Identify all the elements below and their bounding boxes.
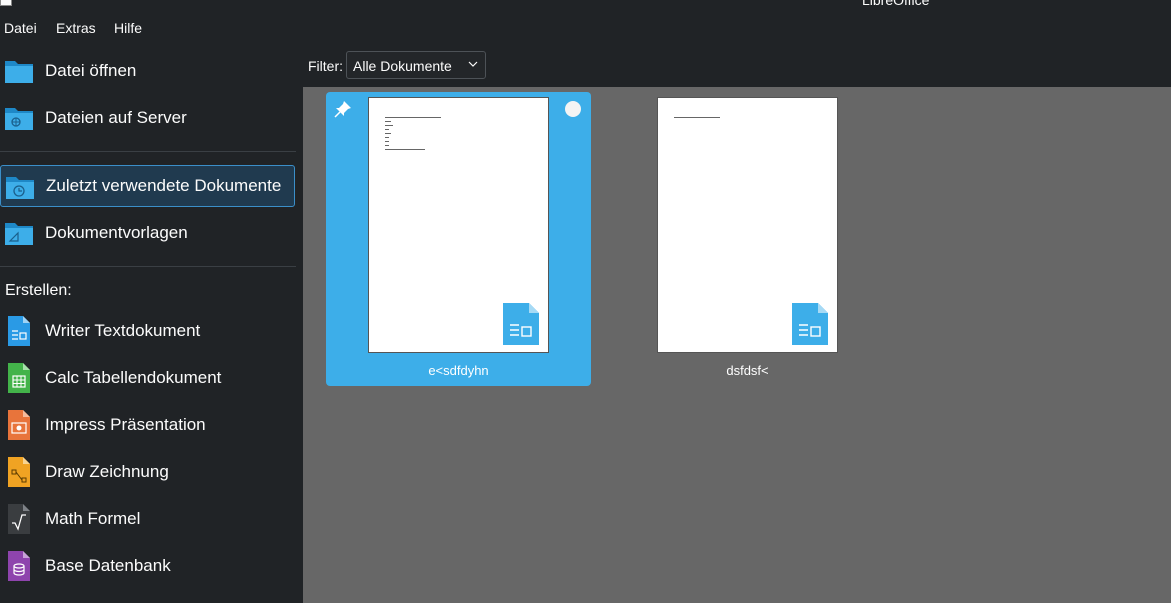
document-preview — [657, 97, 838, 353]
writer-document-label: Writer Textdokument — [45, 321, 201, 340]
filter-label: Filter: — [308, 58, 343, 74]
create-heading: Erstellen: — [5, 282, 72, 299]
calc-document-label: Calc Tabellendokument — [45, 368, 222, 387]
draw-drawing-label: Draw Zeichnung — [45, 462, 169, 481]
chevron-down-icon — [468, 61, 478, 67]
filter-dropdown[interactable]: Alle Dokumente — [346, 51, 486, 79]
sidebar-divider — [0, 266, 296, 267]
menu-bar: Datei Extras Hilfe — [0, 8, 1171, 44]
recent-documents-button[interactable]: Zuletzt verwendete Dokumente — [0, 165, 295, 207]
document-thumbnail[interactable]: e<sdfdyhn — [326, 92, 591, 386]
document-name: dsfdsf< — [726, 363, 769, 378]
base-database-label: Base Datenbank — [45, 556, 171, 575]
base-database-button[interactable]: Base Datenbank — [0, 547, 295, 587]
menu-hilfe[interactable]: Hilfe — [114, 20, 142, 36]
window-title: LibreOffice — [862, 0, 930, 8]
sidebar-divider — [0, 151, 296, 152]
impress-presentation-label: Impress Präsentation — [45, 415, 206, 434]
recent-documents-view: e<sdfdyhn dsfdsf< — [303, 87, 1171, 603]
document-thumbnail[interactable]: dsfdsf< — [615, 92, 880, 386]
filter-dropdown-value: Alle Dokumente — [353, 58, 452, 74]
base-icon — [8, 551, 30, 581]
menu-extras[interactable]: Extras — [56, 20, 96, 36]
folder-icon — [5, 61, 33, 83]
filter-bar: Filter: Alle Dokumente — [303, 44, 1171, 87]
templates-button[interactable]: Dokumentvorlagen — [0, 212, 295, 254]
impress-presentation-button[interactable]: Impress Präsentation — [0, 406, 295, 446]
folder-remote-icon — [5, 108, 33, 130]
calc-document-button[interactable]: Calc Tabellendokument — [0, 359, 295, 399]
app-icon — [0, 0, 12, 6]
document-name: e<sdfdyhn — [428, 363, 489, 378]
draw-drawing-button[interactable]: Draw Zeichnung — [0, 453, 295, 493]
title-bar: LibreOffice — [0, 0, 1171, 8]
selection-indicator[interactable] — [565, 101, 581, 117]
document-preview — [368, 97, 549, 353]
folder-recent-icon — [6, 177, 34, 199]
open-file-button[interactable]: Datei öffnen — [0, 50, 295, 92]
writer-document-icon — [503, 303, 539, 345]
writer-icon — [8, 316, 30, 346]
math-formula-button[interactable]: Math Formel — [0, 500, 295, 540]
pin-icon[interactable] — [333, 99, 353, 119]
sidebar: Datei öffnen Dateien auf Server Zuletzt … — [0, 44, 303, 603]
impress-icon — [8, 410, 30, 440]
writer-document-icon — [792, 303, 828, 345]
menu-datei[interactable]: Datei — [4, 20, 37, 36]
recent-documents-label: Zuletzt verwendete Dokumente — [46, 176, 282, 195]
open-file-label: Datei öffnen — [45, 61, 137, 80]
templates-label: Dokumentvorlagen — [45, 223, 188, 242]
writer-document-button[interactable]: Writer Textdokument — [0, 312, 295, 352]
remote-files-label: Dateien auf Server — [45, 108, 187, 127]
calc-icon — [8, 363, 30, 393]
math-icon — [8, 504, 30, 534]
draw-icon — [8, 457, 30, 487]
remote-files-button[interactable]: Dateien auf Server — [0, 97, 295, 139]
math-formula-label: Math Formel — [45, 509, 141, 528]
folder-templates-icon — [5, 223, 33, 245]
